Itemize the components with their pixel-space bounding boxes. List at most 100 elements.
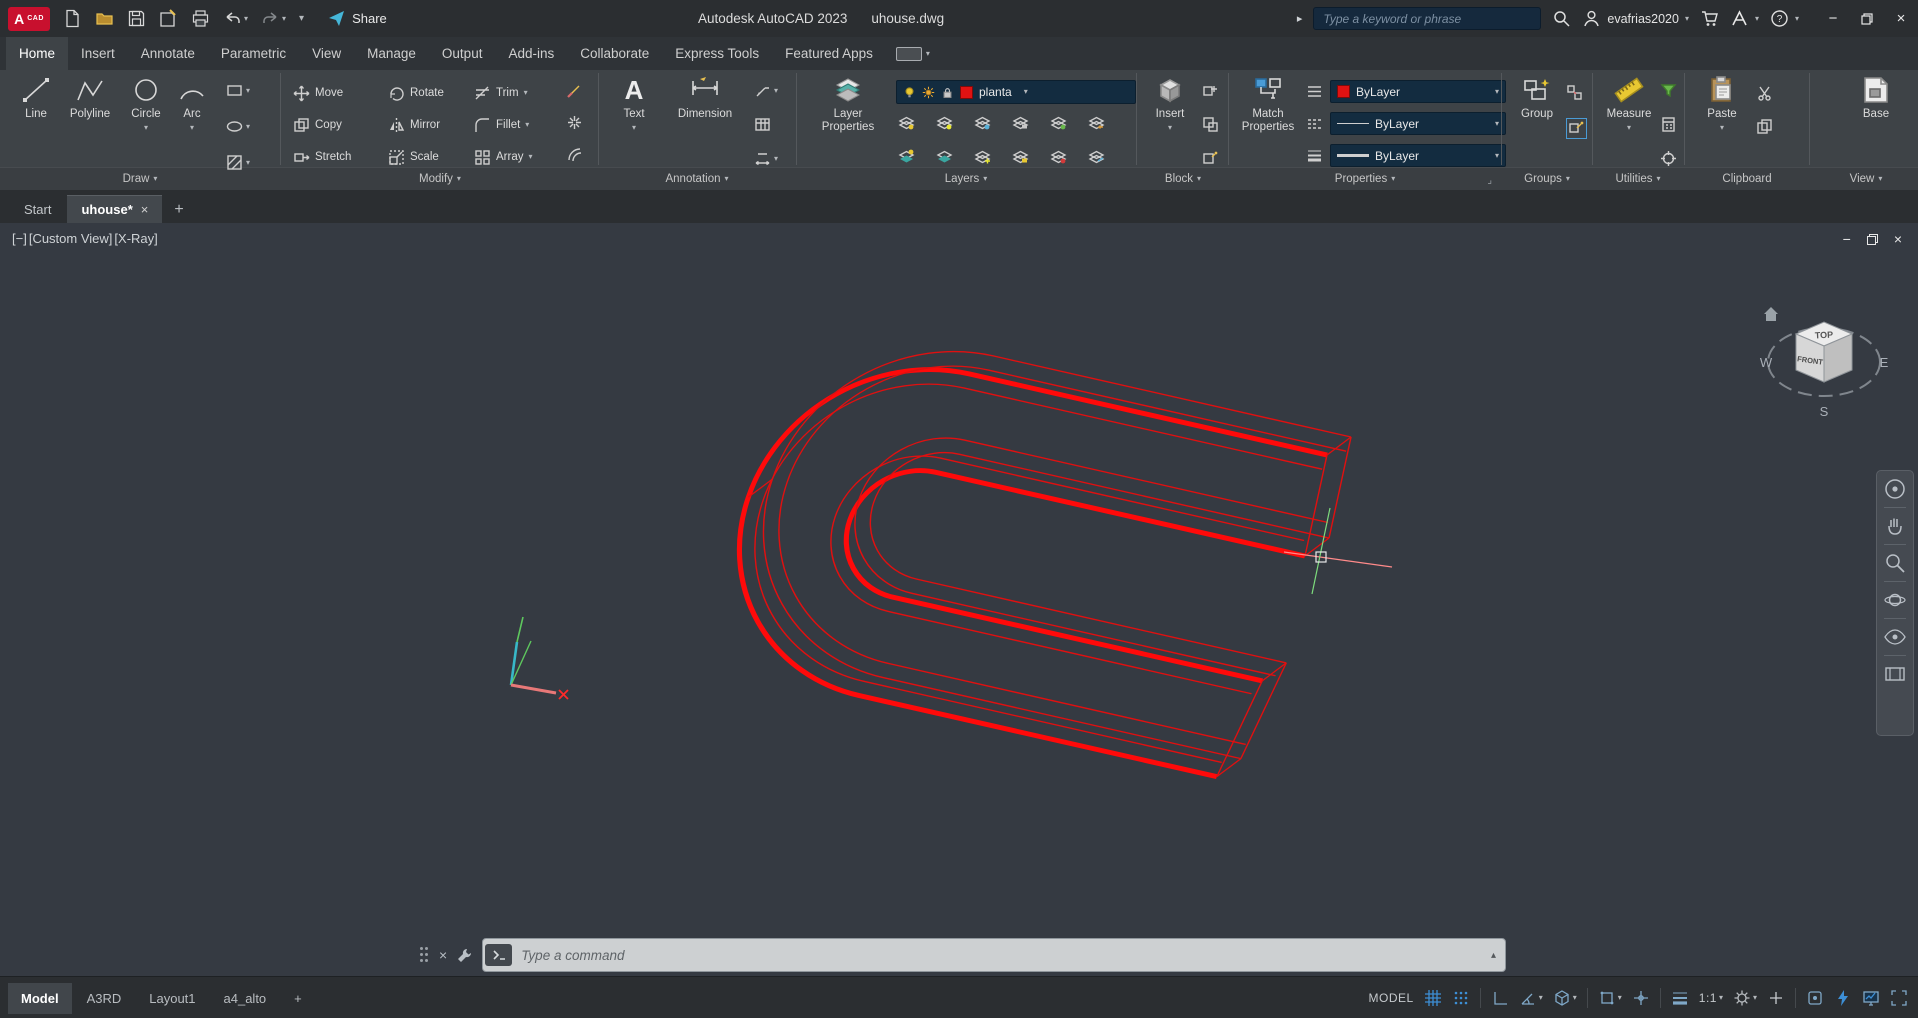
tab-manage[interactable]: Manage [354,37,429,70]
write-block-button[interactable] [1202,116,1219,133]
tab-annotate[interactable]: Annotate [128,37,208,70]
dimension-button[interactable]: Dimension [663,75,747,121]
ribbon-display-toggle[interactable]: ▾ [895,37,930,70]
draw-panel-label[interactable]: Draw ▾ [123,168,158,190]
erase-button[interactable] [566,82,583,99]
help-menu[interactable]: ? ▾ [1770,9,1799,28]
block-editor-button[interactable] [1202,150,1219,167]
clean-screen-control[interactable] [1890,989,1908,1007]
chevron-down-icon[interactable]: ▾ [1753,994,1757,1002]
tab-featured-apps[interactable]: Featured Apps [772,37,886,70]
group-button[interactable]: Group [1510,75,1564,121]
graphics-performance-control[interactable] [1834,989,1852,1007]
polar-tracking-toggle[interactable]: ▾ [1519,989,1543,1007]
dimension-style-button[interactable]: ▾ [754,150,778,167]
leader-button[interactable]: ▾ [754,82,778,99]
properties-list-icon[interactable] [1306,83,1323,100]
performance-monitor-control[interactable] [1862,989,1880,1007]
modify-panel-label[interactable]: Modify ▾ [419,168,461,190]
explode-button[interactable] [566,114,583,131]
layer-off-button[interactable] [898,114,915,131]
rotate-button[interactable]: Rotate [388,82,444,104]
navigation-bar[interactable] [1876,470,1914,736]
layers-panel-label[interactable]: Layers ▾ [945,168,988,190]
chevron-down-icon[interactable]: ▾ [1168,124,1172,132]
share-button[interactable]: Share [327,9,387,28]
utilities-panel-label[interactable]: Utilities ▾ [1615,168,1660,190]
fillet-button[interactable]: Fillet ▾ [474,114,529,136]
viewport-visual-style-control[interactable]: [X-Ray] [114,231,157,246]
workspace-switching-control[interactable]: ▾ [1733,989,1757,1007]
showmotion-icon[interactable] [1883,662,1907,686]
undo-icon[interactable] [223,9,242,28]
chevron-down-icon[interactable]: ▾ [190,124,194,132]
layer-thaw-button[interactable] [974,148,991,165]
chevron-down-icon[interactable]: ▾ [1539,994,1543,1002]
command-line-bar[interactable]: × ▴ [420,938,1506,972]
customization-control[interactable] [1767,989,1785,1007]
tab-insert[interactable]: Insert [68,37,128,70]
viewport-view-control[interactable]: [Custom View] [29,231,113,246]
viewcube-home-icon[interactable] [1764,307,1778,321]
tab-home[interactable]: Home [6,37,69,70]
chevron-down-icon[interactable]: ▾ [524,89,528,97]
command-bar-grip[interactable] [420,947,430,963]
full-navigation-wheel-icon[interactable] [1883,477,1907,501]
chevron-down-icon[interactable]: ▾ [1618,994,1622,1002]
search-input[interactable] [1321,10,1534,27]
arc-button[interactable]: Arc ▾ [172,75,212,132]
viewport-close-icon[interactable]: × [1894,231,1902,247]
open-folder-icon[interactable] [95,9,114,28]
linetype-dropdown[interactable]: ByLayer ▾ [1330,112,1506,135]
look-icon[interactable] [1883,625,1907,649]
layer-unlock-button[interactable] [1012,148,1029,165]
lineweight-display-toggle[interactable] [1671,989,1689,1007]
panel-dialog-launcher-icon[interactable]: ⌟ [1487,175,1492,186]
redo-icon[interactable] [261,9,280,28]
paste-button[interactable]: Paste ▾ [1694,75,1750,132]
chevron-down-icon[interactable]: ▾ [1627,124,1631,132]
undo-control[interactable]: ▾ [223,9,248,28]
copy-clip-button[interactable] [1756,118,1773,135]
layer-freeze-button[interactable] [974,114,991,131]
hatch-tool-button[interactable]: ▾ [226,154,250,171]
layout-tab-a3rd[interactable]: A3RD [74,983,135,1014]
annotation-panel-label[interactable]: Annotation ▾ [665,168,728,190]
layer-properties-button[interactable]: Layer Properties [806,75,890,134]
plot-icon[interactable] [191,9,210,28]
close-tab-icon[interactable]: × [141,202,149,217]
viewport-minimize-icon[interactable]: − [1843,231,1851,247]
zoom-icon[interactable] [1883,551,1907,575]
viewport-minimize-control[interactable]: [−] [12,231,27,246]
move-button[interactable]: Move [293,82,343,104]
orbit-icon[interactable] [1883,588,1907,612]
drawing-area[interactable] [0,223,1918,976]
command-input-field[interactable]: ▴ [482,938,1506,972]
layer-prev-button[interactable] [1088,114,1105,131]
insert-block-button[interactable]: Insert ▾ [1143,75,1197,132]
offset-button[interactable] [566,146,583,163]
new-drawing-tab-button[interactable]: + [164,196,193,223]
new-layout-button[interactable]: + [281,983,315,1014]
base-view-button[interactable]: Base [1846,75,1906,121]
command-bar-close-icon[interactable]: × [439,947,447,963]
viewcube[interactable]: W E S TOP FRONT WCS▾ [1756,288,1894,438]
minimize-button[interactable]: − [1816,0,1850,37]
quick-select-button[interactable] [1660,82,1677,99]
chevron-down-icon[interactable]: ▾ [144,124,148,132]
redo-control[interactable]: ▾ [261,9,286,28]
object-snap-toggle[interactable]: ▾ [1598,989,1622,1007]
mirror-button[interactable]: Mirror [388,114,440,136]
match-properties-button[interactable]: Match Properties [1236,75,1300,134]
tab-view[interactable]: View [299,37,354,70]
tab-collaborate[interactable]: Collaborate [567,37,662,70]
group-edit-button[interactable] [1566,118,1587,139]
layout-tab-a4-alto[interactable]: a4_alto [211,983,280,1014]
array-button[interactable]: Array ▾ [474,146,533,168]
layer-color-swatch[interactable] [960,85,973,99]
chevron-down-icon[interactable]: ▾ [282,14,286,23]
chevron-down-icon[interactable]: ▾ [528,153,532,161]
layout-tab-model[interactable]: Model [8,982,72,1014]
layer-lock-button[interactable] [1012,114,1029,131]
compass-south-label[interactable]: S [1820,404,1829,419]
